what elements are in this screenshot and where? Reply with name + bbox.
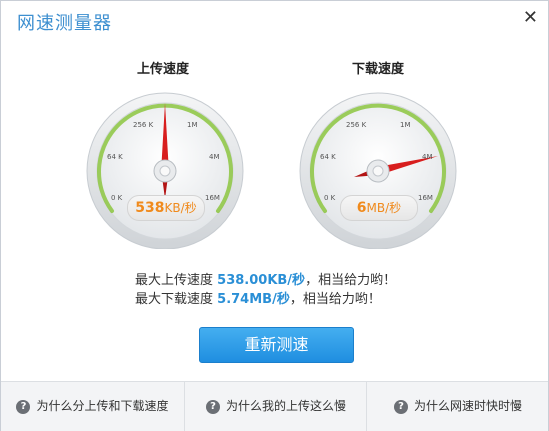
- faq-link-label: 为什么我的上传这么慢: [225, 399, 346, 413]
- upload-summary-line: 最大上传速度 538.00KB/秒，相当给力哟！: [135, 271, 455, 290]
- faq-link-label: 为什么网速时快时慢: [413, 399, 522, 413]
- download-summary-value: 5.74MB/秒: [217, 292, 290, 307]
- download-readout: 6MB/秒: [340, 195, 418, 221]
- tick-1m: 1M: [400, 121, 411, 129]
- upload-readout-value: 538: [135, 200, 165, 216]
- upload-summary-label: 最大上传速度: [135, 273, 214, 288]
- upload-gauge: 256 K 1M 64 K 4M 0 K 16M 538KB/秒: [85, 83, 245, 249]
- tick-64k: 64 K: [107, 153, 123, 161]
- upload-gauge-label: 上传速度: [136, 62, 189, 77]
- download-summary-label: 最大下载速度: [135, 292, 214, 307]
- tick-4m: 4M: [209, 153, 220, 161]
- download-gauge-dial: [299, 92, 457, 249]
- speed-summary: 最大上传速度 538.00KB/秒，相当给力哟！ 最大下载速度 5.74MB/秒…: [135, 271, 455, 309]
- upload-readout-unit: KB/秒: [164, 201, 197, 215]
- tick-16m: 16M: [418, 194, 433, 202]
- tick-0k: 0 K: [111, 194, 123, 202]
- download-gauge-label: 下载速度: [351, 62, 404, 77]
- tick-256k: 256 K: [133, 121, 154, 129]
- close-icon[interactable]: ✕: [523, 7, 538, 28]
- download-summary-line: 最大下载速度 5.74MB/秒，相当给力哟！: [135, 290, 455, 309]
- upload-gauge-dial: [86, 92, 244, 249]
- faq-footer: ? 为什么分上传和下载速度 ? 为什么我的上传这么慢 ? 为什么网速时快时慢: [1, 381, 548, 431]
- faq-link-why-split[interactable]: ? 为什么分上传和下载速度: [1, 382, 184, 431]
- faq-link-label: 为什么分上传和下载速度: [36, 399, 169, 413]
- question-icon: ?: [16, 399, 31, 414]
- window-title: 网速测量器: [17, 13, 112, 34]
- download-gauge: 256 K 1M 64 K 4M 0 K 16M 6MB/秒: [298, 83, 458, 249]
- question-icon: ?: [393, 399, 408, 414]
- tick-0k: 0 K: [324, 194, 336, 202]
- tick-4m: 4M: [422, 153, 433, 161]
- retest-button[interactable]: 重新测速: [199, 327, 354, 363]
- tick-256k: 256 K: [346, 121, 367, 129]
- download-readout-unit: MB/秒: [366, 201, 402, 215]
- faq-link-why-unstable[interactable]: ? 为什么网速时快时慢: [366, 382, 549, 431]
- speed-test-window: 网速测量器 ✕ 上传速度 256 K 1M 64 K 4M 0 K 16M 53…: [0, 0, 549, 431]
- download-readout-value: 6: [356, 200, 367, 216]
- tick-64k: 64 K: [320, 153, 336, 161]
- download-summary-suffix: ，相当给力哟！: [289, 292, 381, 307]
- upload-summary-value: 538.00KB/秒: [217, 273, 306, 288]
- faq-link-why-slow-upload[interactable]: ? 为什么我的上传这么慢: [184, 382, 367, 431]
- tick-16m: 16M: [205, 194, 220, 202]
- upload-readout: 538KB/秒: [127, 195, 205, 221]
- upload-summary-suffix: ，相当给力哟！: [305, 273, 397, 288]
- question-icon: ?: [205, 399, 220, 414]
- title-bar: 网速测量器 ✕: [1, 1, 548, 43]
- tick-1m: 1M: [187, 121, 198, 129]
